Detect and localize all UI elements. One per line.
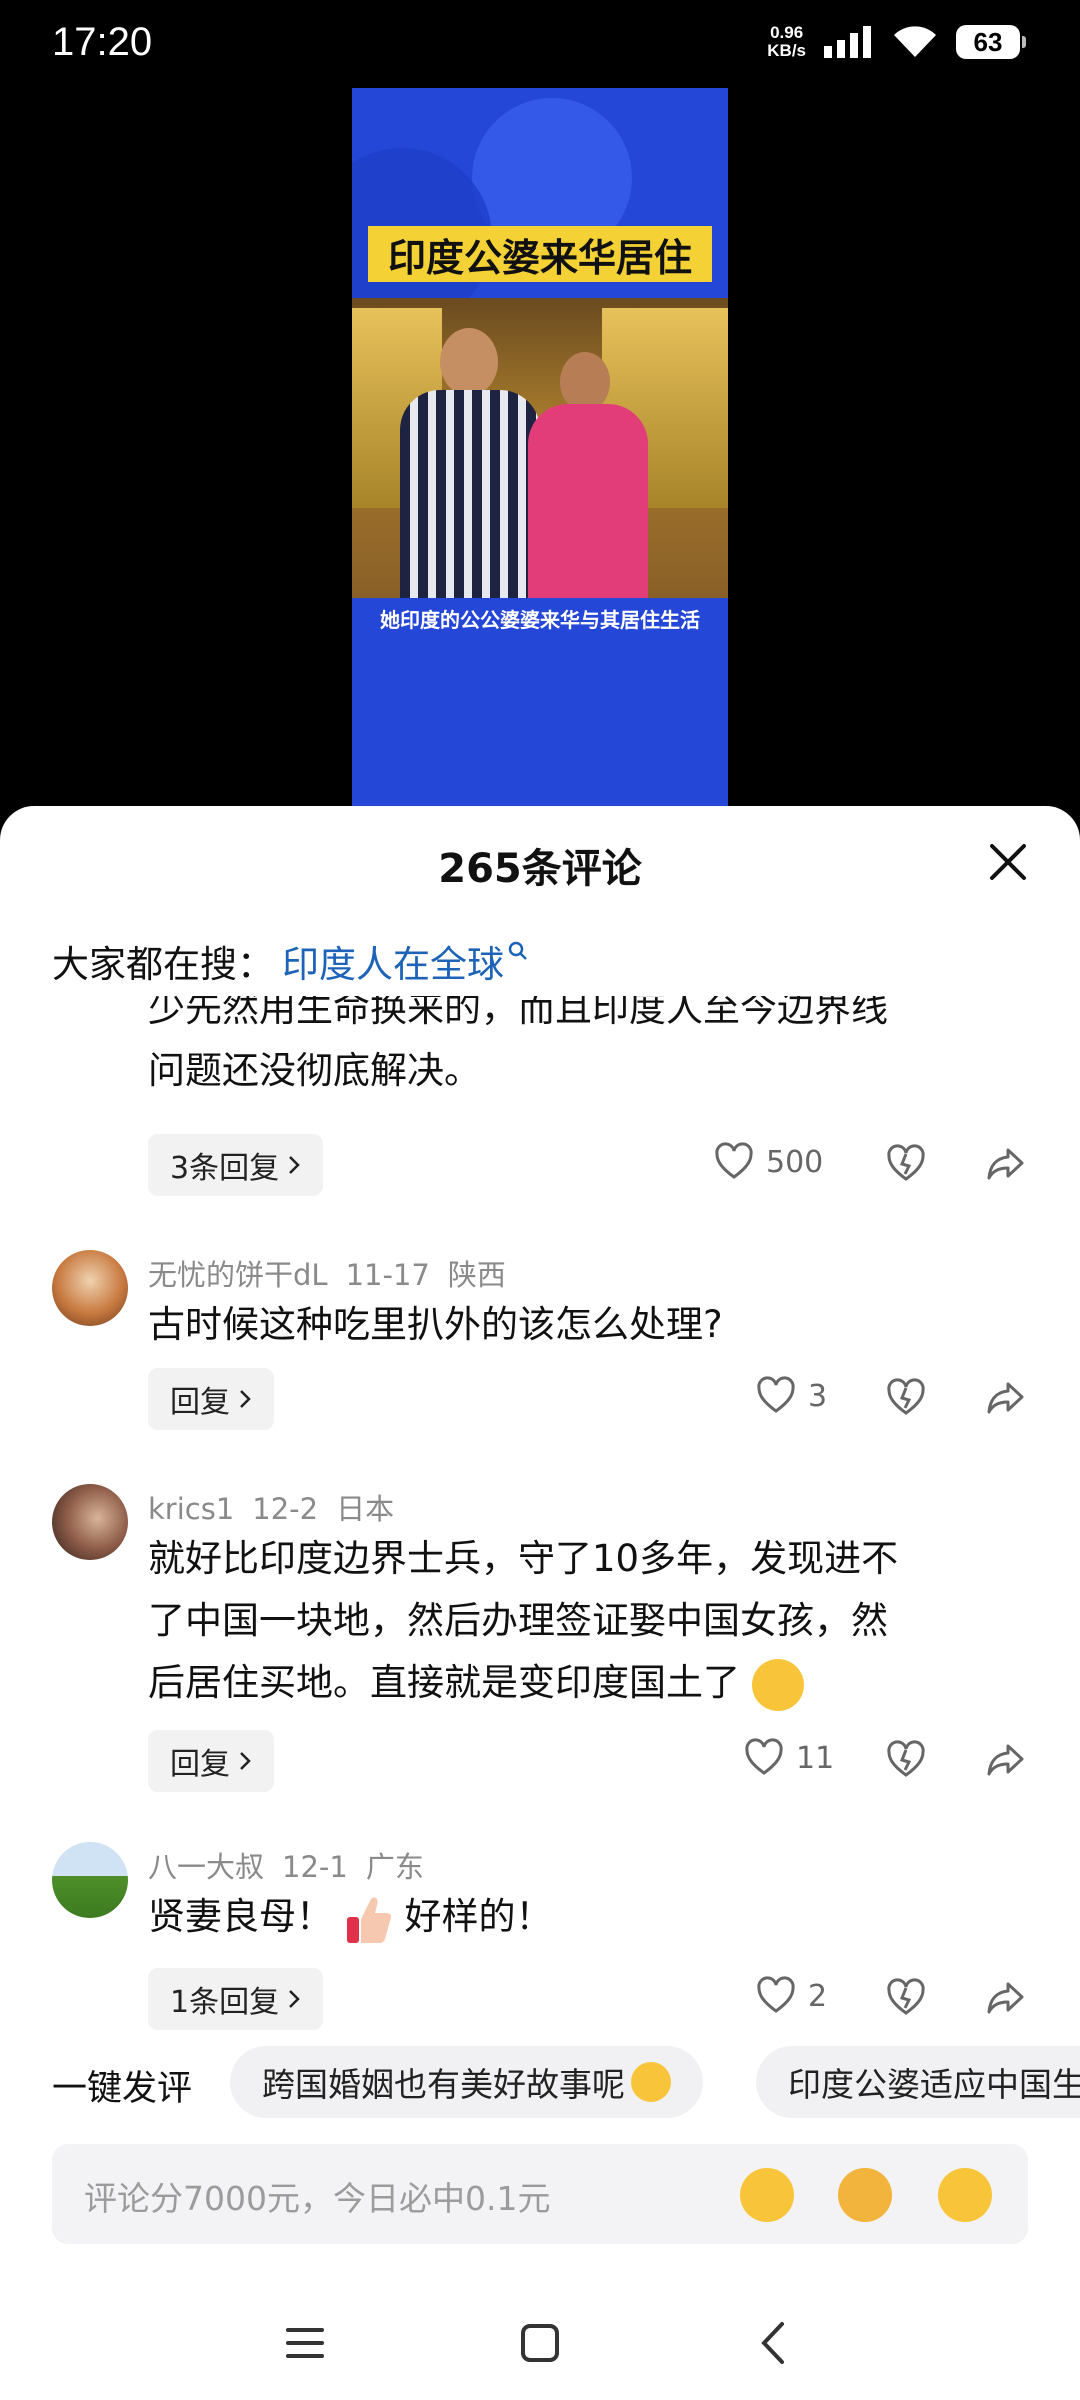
app-screen: 17:20 0.96 KB/s 63 印度公婆来华居住 她印度的公公婆婆来华与其… — [0, 0, 1080, 2400]
share-icon[interactable] — [986, 1144, 1026, 1184]
smirk-emoji-icon[interactable] — [740, 2168, 794, 2222]
comment-username[interactable]: 无忧的饼干dL — [148, 1258, 328, 1292]
signal-icon — [824, 26, 871, 58]
network-speed-unit: KB/s — [767, 41, 806, 60]
search-icon — [508, 941, 527, 960]
chevron-right-icon — [240, 1752, 251, 1770]
view-replies-button[interactable]: 3条回复 — [148, 1134, 324, 1196]
smirk-emoji-icon — [751, 1658, 804, 1711]
comment-text-line: 后居住买地。直接就是变印度国土了 — [148, 1652, 1008, 1714]
hot-search-row: 大家都在搜： 印度人在全球 — [52, 934, 528, 988]
like-count: 11 — [796, 1740, 835, 1776]
network-speed-value: 0.96 — [770, 23, 804, 42]
avatar[interactable] — [52, 1842, 128, 1918]
comment-meta: krics1 12-2 日本 — [148, 1486, 412, 1528]
status-bar: 17:20 0.96 KB/s 63 — [0, 0, 1080, 92]
chevron-right-icon — [240, 1390, 251, 1408]
heart-icon — [757, 1376, 795, 1413]
dislike-icon[interactable] — [886, 1378, 926, 1418]
status-indicators: 0.96 KB/s 63 — [767, 24, 1026, 60]
network-speed: 0.96 KB/s — [767, 24, 806, 60]
chevron-right-icon — [289, 1156, 300, 1174]
comment-input[interactable]: 评论分7000元，今日必中0.1元 — [52, 2144, 1028, 2244]
share-icon[interactable] — [986, 1978, 1026, 2018]
home-icon[interactable] — [513, 2316, 567, 2370]
video-player[interactable]: 印度公婆来华居住 她印度的公公婆婆来华与其居住生活 — [352, 88, 728, 808]
quick-comment-row: 一键发评 跨国婚姻也有美好故事呢 印度公婆适应中国生活 — [0, 2042, 1080, 2122]
comment-text-line: 问题还没彻底解决。 — [148, 1049, 481, 1092]
share-icon[interactable] — [986, 1378, 1026, 1418]
chevron-right-icon — [289, 1990, 300, 2008]
video-caption: 她印度的公公婆婆来华与其居住生活 — [380, 608, 700, 632]
dislike-icon[interactable] — [886, 1740, 926, 1780]
hot-search-link[interactable]: 印度人在全球 — [282, 934, 504, 988]
like-button[interactable]: 11 — [744, 1738, 834, 1778]
reply-label: 3条回复 — [170, 1151, 280, 1186]
like-count: 3 — [808, 1378, 828, 1414]
like-button[interactable]: 500 — [714, 1142, 823, 1182]
like-button[interactable]: 2 — [756, 1976, 827, 2016]
wifi-icon — [894, 26, 936, 57]
comment-text-line: 就好比印度边界士兵，守了10多年，发现进不 — [148, 1537, 899, 1580]
comment-text: 古时候这种吃里扒外的该怎么处理? — [148, 1303, 723, 1346]
battery-level: 63 — [973, 26, 1003, 57]
comment-text-line: 了中国一块地，然后办理签证娶中国女孩，然 — [148, 1599, 888, 1642]
menu-icon[interactable] — [278, 2316, 332, 2370]
quick-comment-chip[interactable]: 跨国婚姻也有美好故事呢 — [230, 2046, 703, 2118]
like-count: 500 — [766, 1144, 824, 1180]
grin-emoji-icon[interactable] — [938, 2168, 992, 2222]
avatar[interactable] — [52, 1250, 128, 1326]
dislike-icon[interactable] — [886, 1144, 926, 1184]
avatar[interactable] — [52, 1484, 128, 1560]
photo-woman — [528, 352, 648, 598]
heart-icon — [757, 1976, 795, 2013]
reply-button[interactable]: 回复 — [148, 1368, 274, 1430]
comment-date: 12-2 — [252, 1492, 319, 1526]
hot-search-label: 大家都在搜： — [52, 943, 274, 986]
comment-text: 贤妻良母！ 好样的！ — [148, 1886, 1008, 1948]
reply-label: 回复 — [170, 1385, 230, 1420]
dislike-icon[interactable] — [886, 1978, 926, 2018]
comment-username[interactable]: 八一大叔 — [148, 1850, 264, 1884]
status-time: 17:20 — [52, 20, 153, 64]
comment-location: 陕西 — [447, 1258, 506, 1292]
comment-meta: 无忧的饼干dL 11-17 陕西 — [148, 1252, 524, 1294]
thumbs-up-emoji-icon — [346, 1896, 391, 1943]
video-photo — [352, 298, 728, 598]
wink-emoji-icon — [631, 2062, 671, 2102]
video-title-banner: 印度公婆来华居住 — [368, 226, 712, 282]
heart-icon — [715, 1142, 753, 1179]
comment-date: 12-1 — [282, 1850, 348, 1884]
reply-label: 回复 — [170, 1747, 230, 1782]
quick-comment-chip[interactable]: 印度公婆适应中国生活 — [756, 2046, 1080, 2118]
comment-location: 日本 — [336, 1492, 395, 1526]
back-icon[interactable] — [748, 2316, 802, 2370]
comment-location: 广东 — [365, 1850, 424, 1884]
system-nav-bar — [0, 2286, 1080, 2400]
comment-meta: 八一大叔 12-1 广东 — [148, 1844, 442, 1886]
photo-man — [400, 328, 540, 598]
heart-icon — [745, 1738, 783, 1775]
quick-comment-label: 一键发评 — [52, 2069, 193, 2109]
comment-date: 11-17 — [345, 1258, 430, 1292]
doge-emoji-icon[interactable] — [838, 2168, 892, 2222]
comments-sheet: 265条评论 大家都在搜： 印度人在全球 少先然用生命换来的，而且印度人至今边界… — [0, 806, 1080, 2400]
close-icon[interactable] — [988, 842, 1028, 882]
reply-label: 1条回复 — [170, 1985, 280, 2020]
comment-input-placeholder: 评论分7000元，今日必中0.1元 — [84, 2179, 551, 2218]
comments-count-title: 265条评论 — [438, 846, 642, 892]
reply-button[interactable]: 回复 — [148, 1730, 274, 1792]
comment-text-line: 少先然用生命换来的，而且印度人至今边界线 — [148, 996, 888, 1030]
view-replies-button[interactable]: 1条回复 — [148, 1968, 324, 2030]
battery-indicator: 63 — [956, 25, 1026, 59]
share-icon[interactable] — [986, 1740, 1026, 1780]
comment-username[interactable]: krics1 — [148, 1492, 234, 1526]
comment-text: 就好比印度边界士兵，守了10多年，发现进不 了中国一块地，然后办理签证娶中国女孩… — [148, 1528, 1008, 1714]
like-count: 2 — [808, 1978, 828, 2014]
comment-text: 少先然用生命换来的，而且印度人至今边界线 问题还没彻底解决。 — [148, 996, 1008, 1120]
like-button[interactable]: 3 — [756, 1376, 827, 1416]
